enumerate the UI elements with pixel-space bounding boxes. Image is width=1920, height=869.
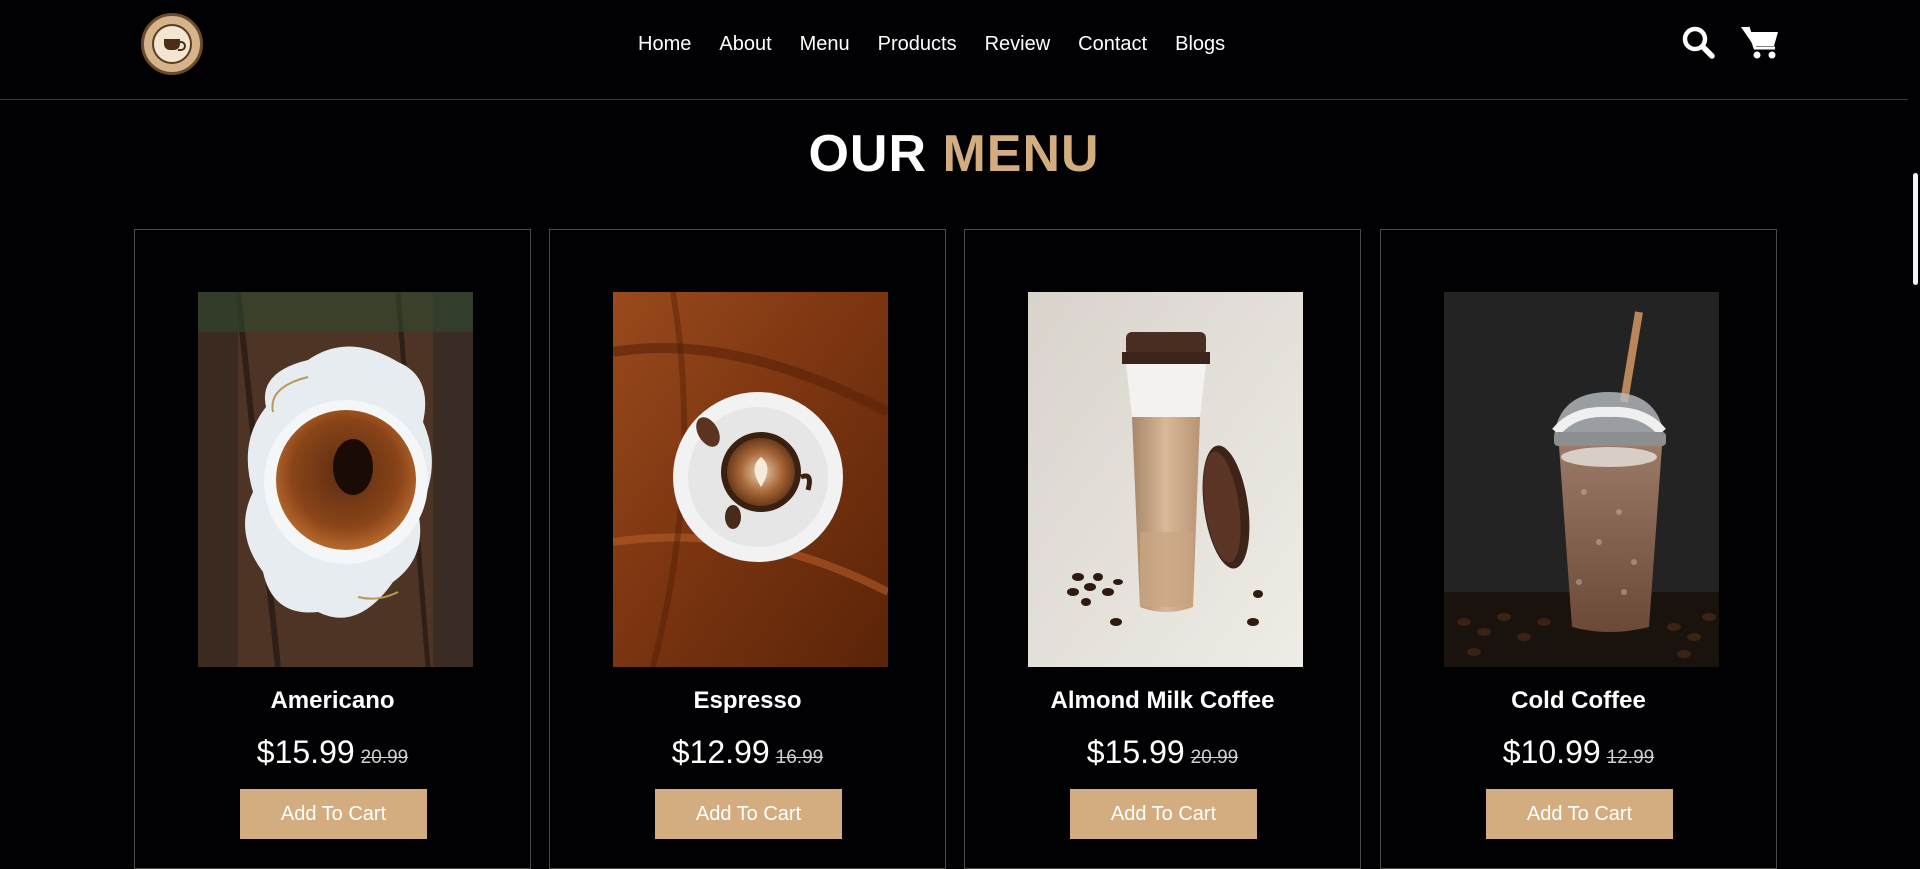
menu-card-almond-milk-coffee: Almond Milk Coffee $15.99 20.99 Add To Ca…	[964, 229, 1361, 869]
price-row: $12.99 16.99	[550, 732, 945, 779]
scrollbar[interactable]	[1908, 0, 1920, 848]
site-header: Home About Menu Products Review Contact …	[0, 0, 1908, 100]
price-row: $15.99 20.99	[135, 732, 530, 779]
add-to-cart-button[interactable]: Add To Cart	[1070, 789, 1257, 839]
search-icon[interactable]	[1680, 24, 1716, 60]
title-our: OUR	[808, 125, 927, 183]
logo-emblem	[152, 24, 192, 64]
nav-blogs[interactable]: Blogs	[1175, 32, 1225, 56]
nav-products[interactable]: Products	[878, 32, 957, 56]
section-title: OUR MENU	[0, 124, 1908, 184]
cup-handle-icon	[178, 41, 186, 51]
nav-review[interactable]: Review	[985, 32, 1051, 56]
price-row: $10.99 12.99	[1381, 732, 1776, 779]
add-to-cart-button[interactable]: Add To Cart	[240, 789, 427, 839]
item-name: Cold Coffee	[1511, 687, 1646, 714]
item-name: Americano	[270, 687, 395, 714]
main-nav: Home About Menu Products Review Contact …	[638, 32, 1225, 56]
item-old-price: 12.99	[1606, 747, 1655, 768]
item-old-price: 20.99	[1190, 747, 1239, 768]
nav-menu[interactable]: Menu	[800, 32, 850, 56]
title-menu: MENU	[942, 125, 1100, 183]
nav-home[interactable]: Home	[638, 32, 691, 56]
scrollbar-thumb[interactable]	[1913, 173, 1918, 285]
item-price: $15.99	[256, 734, 355, 770]
price-row: $15.99 20.99	[965, 732, 1360, 779]
item-price: $15.99	[1086, 734, 1185, 770]
americano-image	[198, 292, 473, 667]
cart-icon[interactable]	[1740, 24, 1780, 60]
cold-coffee-image	[1444, 292, 1719, 667]
item-name: Almond Milk Coffee	[1050, 687, 1275, 714]
espresso-image	[613, 292, 888, 667]
item-old-price: 16.99	[775, 747, 824, 768]
coffee-shop-logo[interactable]	[141, 13, 203, 75]
item-price: $10.99	[1502, 734, 1601, 770]
nav-contact[interactable]: Contact	[1078, 32, 1147, 56]
item-old-price: 20.99	[360, 747, 409, 768]
almond-milk-coffee-image	[1028, 292, 1303, 667]
add-to-cart-button[interactable]: Add To Cart	[1486, 789, 1673, 839]
menu-card-americano: Americano $15.99 20.99 Add To Cart	[134, 229, 531, 869]
menu-card-espresso: Espresso $12.99 16.99 Add To Cart	[549, 229, 946, 869]
item-price: $12.99	[671, 734, 770, 770]
nav-about[interactable]: About	[719, 32, 771, 56]
menu-card-cold-coffee: Cold Coffee $10.99 12.99 Add To Cart	[1380, 229, 1777, 869]
add-to-cart-button[interactable]: Add To Cart	[655, 789, 842, 839]
item-name: Espresso	[693, 687, 802, 714]
